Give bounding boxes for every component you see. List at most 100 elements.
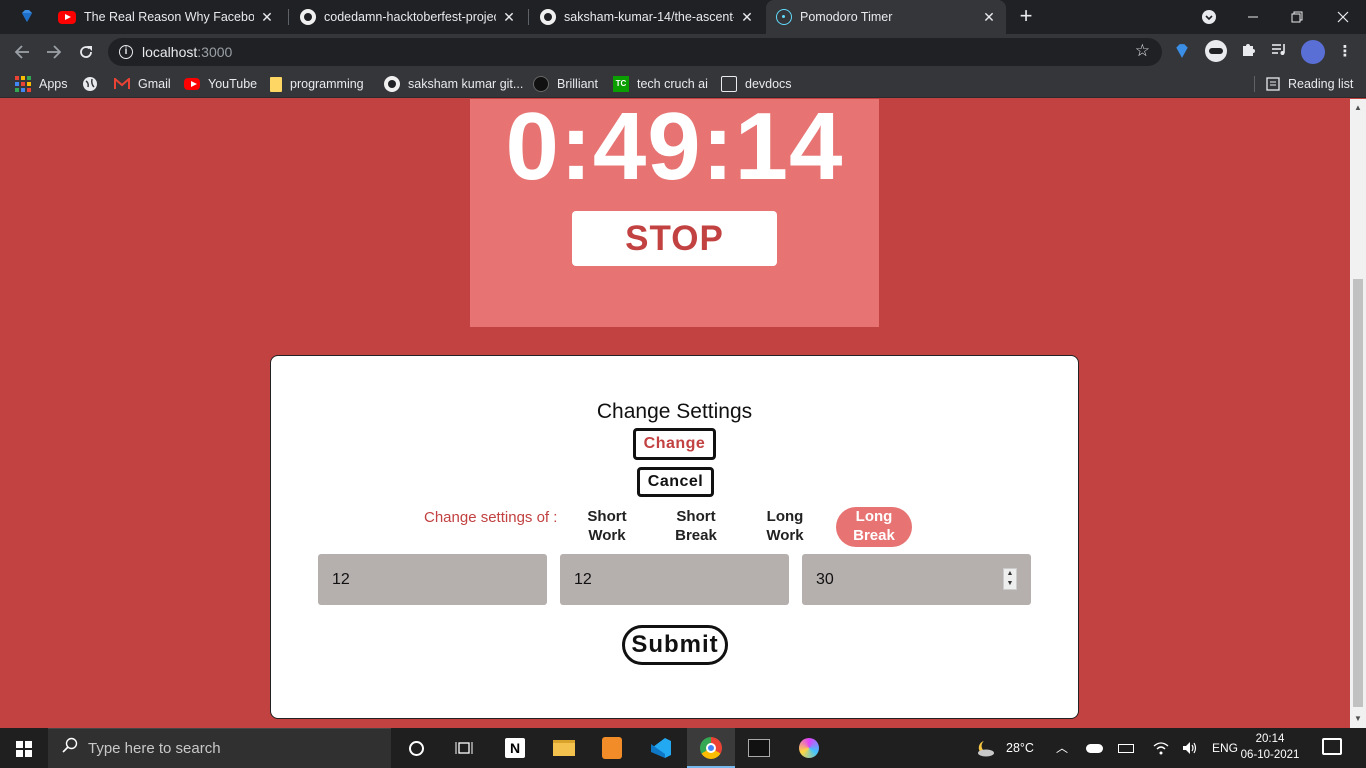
tab-pomodoro-timer[interactable]: Pomodoro Timer ✕ xyxy=(766,0,1006,34)
windows-start-icon[interactable] xyxy=(16,741,32,757)
bookmark-globe[interactable] xyxy=(82,75,106,93)
close-tab-icon[interactable]: ✕ xyxy=(500,9,518,26)
chrome-active-app[interactable] xyxy=(687,728,735,768)
tray-chevron-up-icon[interactable]: ︿ xyxy=(1056,728,1068,768)
react-icon xyxy=(776,9,792,25)
bookmark-label: Apps xyxy=(39,77,68,91)
option-line2: Work xyxy=(588,527,626,544)
wifi-icon[interactable] xyxy=(1153,728,1169,768)
chrome-icon xyxy=(700,737,722,759)
gem-extension-icon[interactable] xyxy=(1174,43,1190,59)
bookmark-devdocs[interactable]: devdocs xyxy=(721,75,792,93)
long-duration-value: 30 xyxy=(816,571,834,588)
bookmark-folder-programming[interactable]: programming xyxy=(270,75,364,93)
change-button[interactable]: Change xyxy=(633,428,716,460)
option-short-break[interactable]: Short Break xyxy=(658,507,734,547)
battery-icon[interactable] xyxy=(1118,728,1134,768)
globe-icon xyxy=(83,77,97,91)
profile-avatar[interactable] xyxy=(1301,40,1325,64)
terminal-icon[interactable] xyxy=(745,734,773,762)
new-tab-button[interactable]: + xyxy=(1014,5,1038,29)
cancel-button[interactable]: Cancel xyxy=(637,467,714,497)
cortana-icon[interactable] xyxy=(402,734,430,762)
bookmark-star-icon[interactable]: ☆ xyxy=(1135,41,1150,61)
tab-codedamn[interactable]: codedamn-hacktoberfest-project ✕ xyxy=(290,0,526,34)
forward-button[interactable] xyxy=(41,39,67,65)
close-tab-icon[interactable]: ✕ xyxy=(258,9,276,26)
reading-list-button[interactable]: Reading list xyxy=(1266,75,1353,93)
tab-title: saksham-kumar-14/the-ascent-to xyxy=(564,10,734,24)
page-scrollbar[interactable]: ▲ ▼ xyxy=(1350,99,1366,728)
bookmark-brilliant[interactable]: Brilliant xyxy=(533,75,598,93)
restore-button[interactable] xyxy=(1274,0,1320,34)
minimize-button[interactable] xyxy=(1230,0,1276,34)
close-window-button[interactable] xyxy=(1320,0,1366,34)
option-line1: Long xyxy=(766,508,804,525)
volume-icon[interactable] xyxy=(1182,728,1198,768)
bookmark-youtube[interactable]: YouTube xyxy=(184,75,257,93)
bookmark-label: Brilliant xyxy=(557,77,598,91)
close-icon xyxy=(1337,11,1349,23)
site-info-icon[interactable]: i xyxy=(119,45,133,59)
menu-kebab-icon[interactable]: ⋮ xyxy=(1334,41,1356,63)
address-bar[interactable]: i localhost:3000 ☆ xyxy=(108,38,1162,66)
bookmarks-bar: Apps Gmail YouTube programming saksham k… xyxy=(0,70,1366,98)
page-content: 0:49:14 STOP Change Settings Change Canc… xyxy=(0,99,1350,728)
taskbar-search-box[interactable]: Type here to search xyxy=(48,728,391,768)
stop-button[interactable]: STOP xyxy=(572,211,777,266)
notification-center-icon[interactable] xyxy=(1322,738,1342,755)
taskbar-clock[interactable]: 20:14 06-10-2021 xyxy=(1240,731,1300,763)
language-indicator[interactable]: ENG xyxy=(1212,728,1238,768)
vscode-icon[interactable] xyxy=(647,734,675,762)
option-long-break[interactable]: Long Break xyxy=(836,507,912,547)
clock-time: 20:14 xyxy=(1255,733,1285,745)
submit-button[interactable]: Submit xyxy=(622,625,728,665)
bookmark-techcrunch[interactable]: TC tech cruch ai xyxy=(613,75,708,93)
reload-icon xyxy=(80,46,92,58)
media-control-icon[interactable] xyxy=(1268,41,1290,63)
reload-button[interactable] xyxy=(73,39,99,65)
stepper-up-icon[interactable]: ▲ xyxy=(1004,569,1016,579)
puzzle-extensions-icon[interactable] xyxy=(1237,41,1259,63)
bookmark-gmail[interactable]: Gmail xyxy=(114,75,171,93)
option-line2: Break xyxy=(853,527,895,544)
techcrunch-icon: TC xyxy=(613,76,629,92)
close-tab-icon[interactable]: ✕ xyxy=(980,9,998,26)
file-explorer-icon[interactable] xyxy=(550,734,578,762)
bookmark-apps[interactable]: Apps xyxy=(15,75,68,93)
weather-icon[interactable] xyxy=(975,728,995,768)
scroll-up-icon[interactable]: ▲ xyxy=(1354,103,1362,112)
option-long-work[interactable]: Long Work xyxy=(747,507,823,547)
tab-ascent[interactable]: saksham-kumar-14/the-ascent-to ✕ xyxy=(530,0,764,34)
option-line1: Long xyxy=(855,508,893,525)
gem-extension-icon[interactable] xyxy=(20,9,34,23)
bookmark-github[interactable]: saksham kumar git... xyxy=(384,75,523,93)
scroll-down-icon[interactable]: ▼ xyxy=(1354,714,1362,723)
tab-separator xyxy=(528,9,529,25)
tab-youtube[interactable]: The Real Reason Why Facebook W ✕ xyxy=(48,0,284,34)
option-short-work[interactable]: Short Work xyxy=(569,507,645,547)
url-host: localhost xyxy=(142,44,198,60)
back-button[interactable] xyxy=(9,39,35,65)
short-work-input[interactable]: 12 xyxy=(318,554,547,605)
number-stepper[interactable]: ▲ ▼ xyxy=(1003,568,1017,590)
snip-tool-icon[interactable] xyxy=(795,734,823,762)
option-line1: Short xyxy=(587,508,627,525)
sublime-text-icon[interactable] xyxy=(598,734,626,762)
tab-search-button[interactable] xyxy=(1186,0,1232,34)
browser-toolbar: i localhost:3000 ☆ ⋮ xyxy=(0,34,1366,70)
long-duration-input[interactable]: 30 ▲ ▼ xyxy=(802,554,1031,605)
short-break-input[interactable]: 12 xyxy=(560,554,789,605)
scroll-thumb[interactable] xyxy=(1353,279,1363,707)
profile-extension-icon[interactable] xyxy=(1205,40,1227,62)
close-tab-icon[interactable]: ✕ xyxy=(738,9,756,26)
stepper-down-icon[interactable]: ▼ xyxy=(1004,579,1016,589)
windows-taskbar: Type here to search N 28°C ︿ ENG 20:14 0… xyxy=(0,728,1366,768)
task-view-icon[interactable] xyxy=(450,734,478,762)
search-placeholder: Type here to search xyxy=(88,740,221,757)
timer-panel: 0:49:14 STOP xyxy=(470,99,879,327)
notion-icon[interactable]: N xyxy=(501,734,529,762)
apps-grid-icon xyxy=(15,76,31,92)
onedrive-icon[interactable] xyxy=(1086,728,1103,768)
bookmark-label: Gmail xyxy=(138,77,171,91)
